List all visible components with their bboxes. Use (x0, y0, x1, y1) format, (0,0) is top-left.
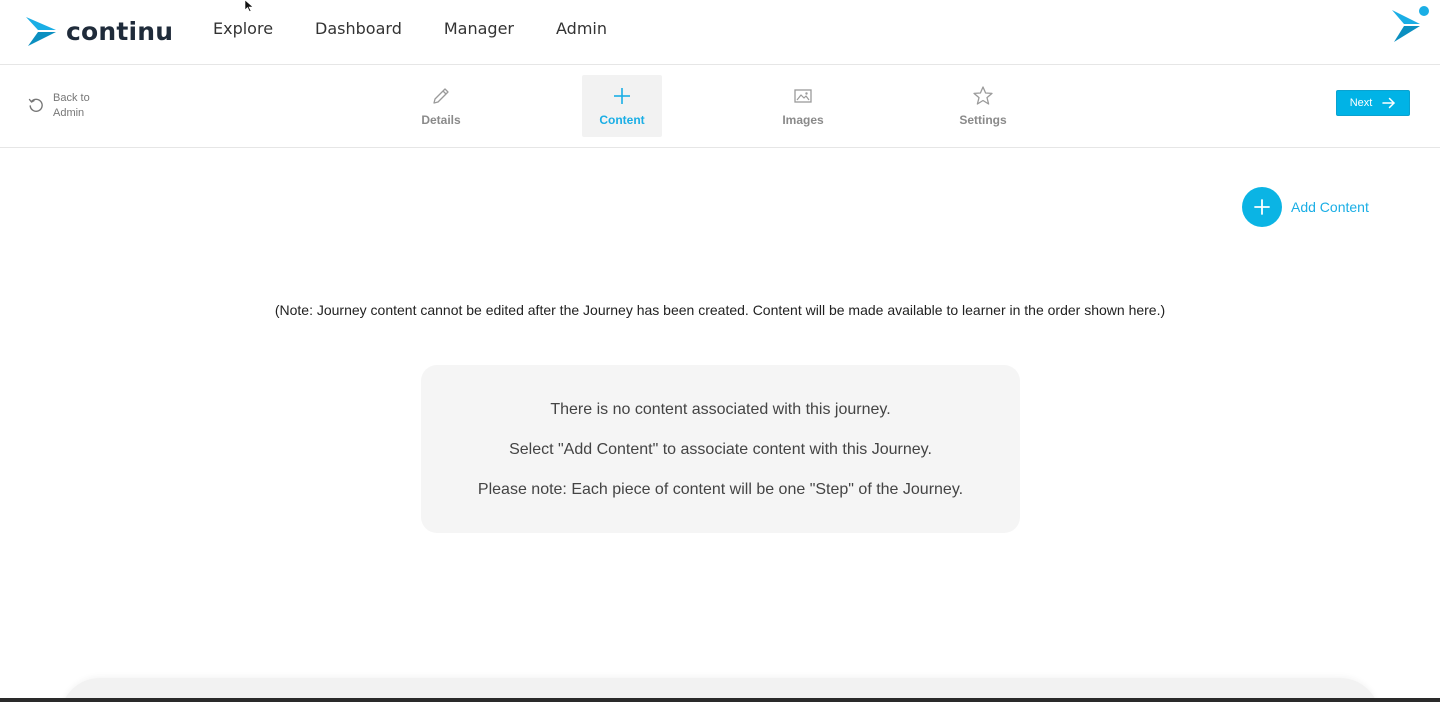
empty-state-line: Please note: Each piece of content will … (477, 480, 964, 498)
add-content-button[interactable]: Add Content (1242, 187, 1369, 227)
add-circle (1242, 187, 1282, 227)
empty-state: There is no content associated with this… (421, 365, 1020, 533)
journey-note: (Note: Journey content cannot be edited … (274, 302, 1166, 318)
image-icon (794, 89, 812, 103)
empty-state-line: Select "Add Content" to associate conten… (509, 440, 932, 458)
tab-content[interactable]: Content (582, 75, 662, 137)
brand-name: continu (66, 16, 174, 46)
pencil-icon (433, 88, 449, 104)
next-button-label: Next (1349, 97, 1373, 109)
main-nav: Explore Dashboard Manager Admin (213, 19, 607, 38)
plus-icon (614, 88, 630, 104)
plus-icon (1254, 199, 1270, 215)
tab-images[interactable]: Images (763, 75, 843, 137)
star-icon (973, 86, 993, 105)
next-button[interactable]: Next (1336, 90, 1410, 116)
tab-images-label: Images (782, 113, 824, 127)
empty-state-line: There is no content associated with this… (550, 400, 891, 418)
step-toolbar: Back to Admin Details Content Images Set… (0, 65, 1440, 148)
step-tabs: Details Content Images Settings (0, 75, 1440, 137)
tab-settings-label: Settings (959, 113, 1007, 127)
window-bottom-edge (0, 698, 1440, 702)
nav-explore[interactable]: Explore (213, 19, 273, 38)
nav-dashboard[interactable]: Dashboard (315, 19, 402, 38)
tab-details-label: Details (421, 113, 461, 127)
brand-logo[interactable]: continu (24, 14, 173, 48)
arrow-right-icon (1382, 97, 1396, 109)
mouse-cursor-icon (244, 0, 254, 12)
assistant-icon[interactable] (1390, 4, 1432, 44)
add-content-label: Add Content (1291, 199, 1369, 215)
nav-admin[interactable]: Admin (556, 19, 607, 38)
top-header: continu Explore Dashboard Manager Admin (0, 0, 1440, 65)
tab-settings[interactable]: Settings (943, 75, 1023, 137)
tab-content-label: Content (599, 113, 645, 127)
page: continu Explore Dashboard Manager Admin … (0, 0, 1440, 702)
tab-details[interactable]: Details (401, 75, 481, 137)
logo-arrow-icon (26, 17, 56, 46)
nav-manager[interactable]: Manager (444, 19, 514, 38)
